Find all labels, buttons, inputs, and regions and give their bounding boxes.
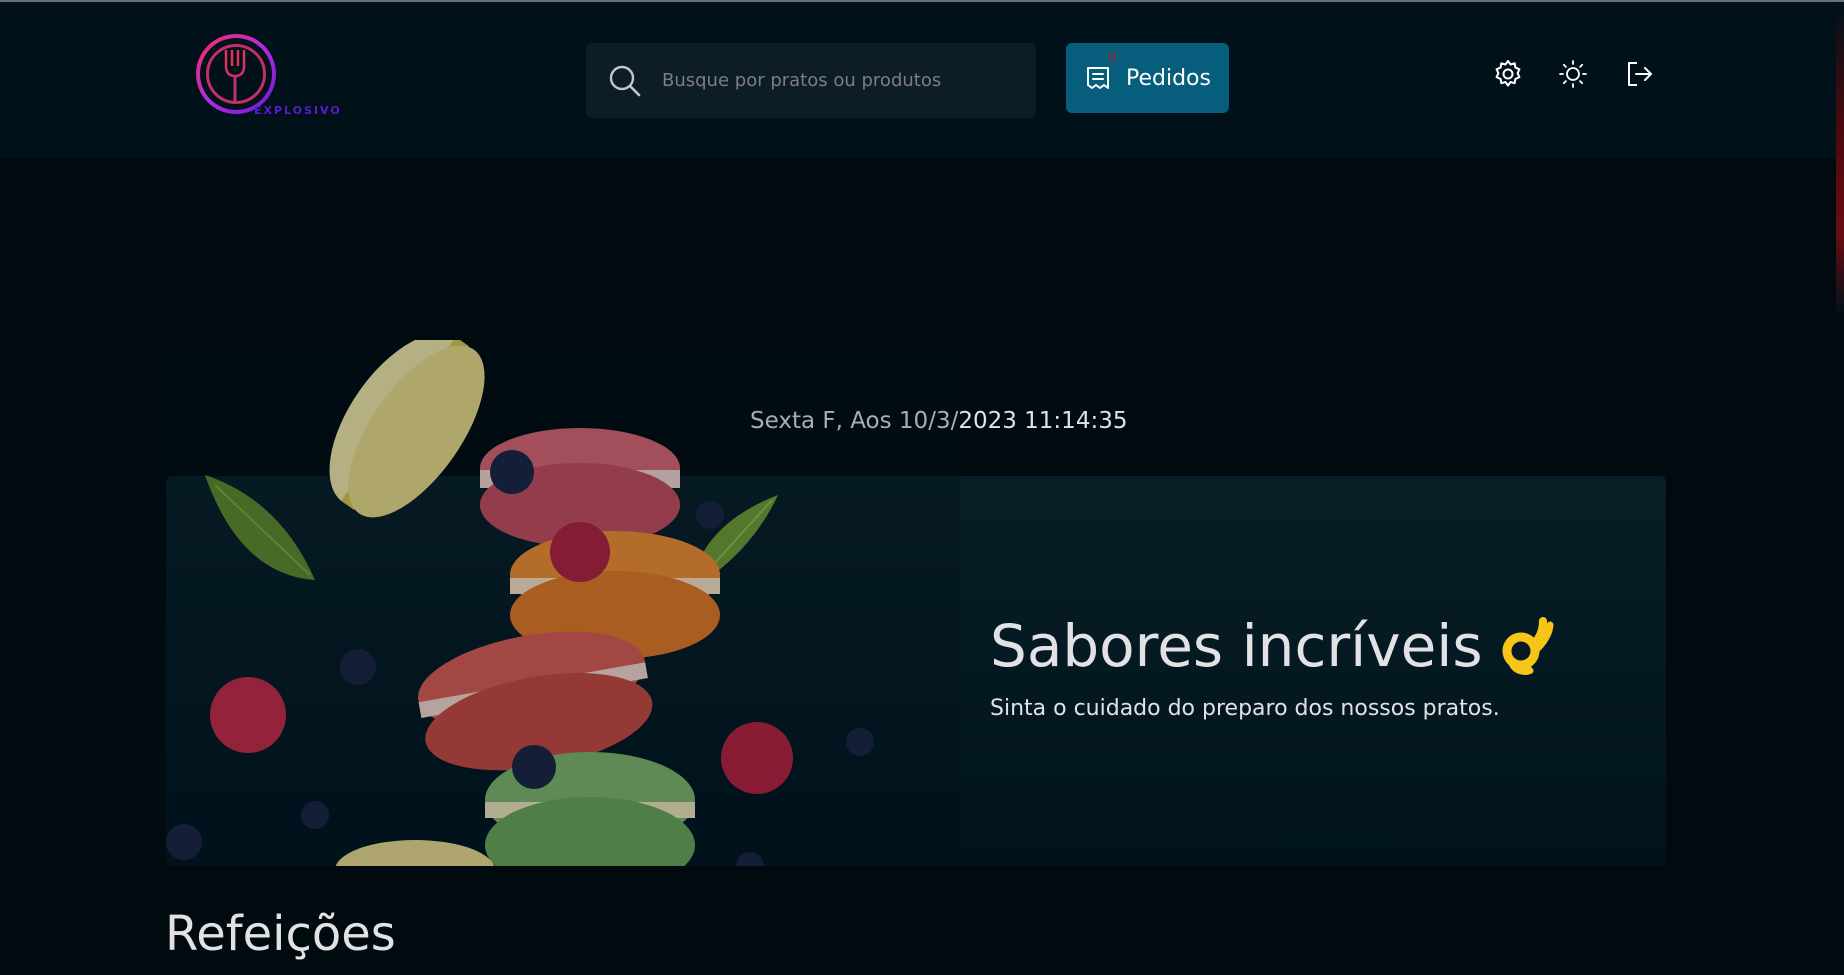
logo[interactable]: EXPLOSIVO xyxy=(196,34,346,120)
section-title-meals: Refeições xyxy=(165,906,396,962)
ok-hand-icon xyxy=(1502,617,1554,675)
scrollbar[interactable] xyxy=(1836,2,1844,312)
receipt-icon xyxy=(1087,67,1109,89)
gear-icon[interactable] xyxy=(1492,58,1524,90)
banner-subtitle: Sinta o cuidado do preparo dos nossos pr… xyxy=(990,696,1500,721)
sun-icon[interactable] xyxy=(1557,58,1589,90)
search-input[interactable] xyxy=(662,70,1036,91)
banner-title: Sabores incríveis xyxy=(990,612,1555,680)
orders-count-badge: 0 xyxy=(1108,50,1117,66)
orders-button-label: Pedidos xyxy=(1126,65,1211,91)
sign-out-icon[interactable] xyxy=(1624,58,1656,90)
search-icon xyxy=(609,65,641,96)
macarons-illustration xyxy=(160,340,960,866)
search-bar[interactable] xyxy=(586,43,1036,118)
orders-button[interactable]: Pedidos xyxy=(1066,43,1229,113)
banner-title-text: Sabores incríveis xyxy=(990,612,1483,680)
logo-wordmark: EXPLOSIVO xyxy=(254,104,342,117)
fork-icon xyxy=(224,50,246,102)
